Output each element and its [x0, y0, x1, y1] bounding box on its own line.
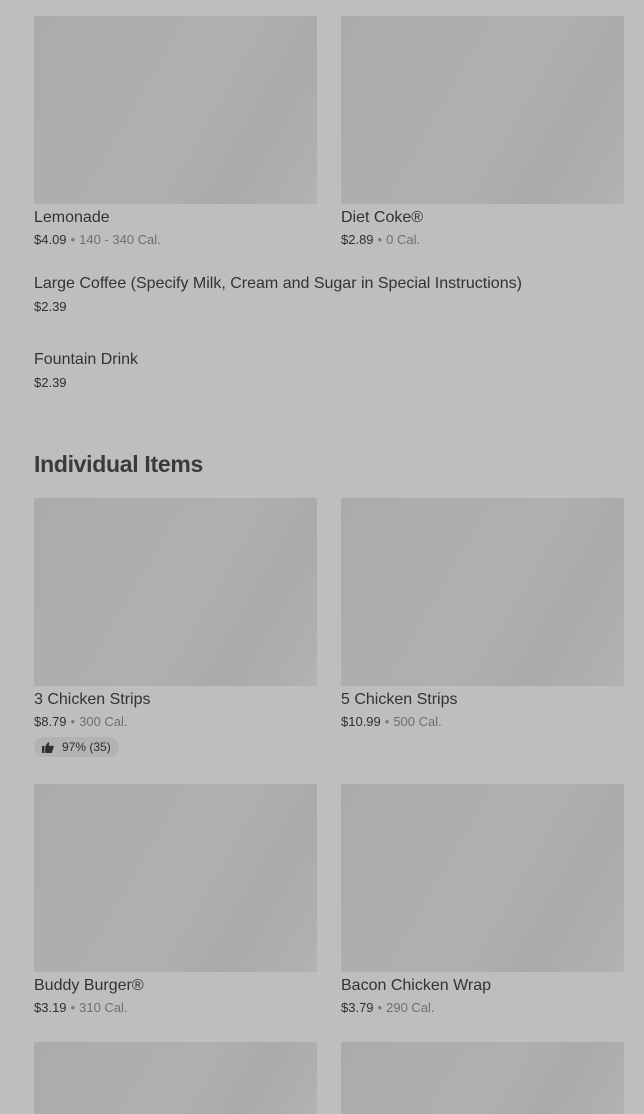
item-price: $2.39: [34, 299, 67, 314]
item-calories: 310 Cal.: [79, 1000, 128, 1015]
item-image[interactable]: [341, 1042, 624, 1114]
item-meta: $2.89 • 0 Cal.: [341, 231, 624, 249]
separator-dot: •: [70, 232, 76, 247]
item-name: Bacon Chicken Wrap: [341, 977, 491, 994]
thumbs-up-icon: [42, 741, 54, 753]
menu-page: Lemonade $4.09 • 140 - 340 Cal. Diet Coke®…: [0, 0, 644, 1114]
menu-item-card-diet-coke[interactable]: Diet Coke® $2.89 • 0 Cal.: [341, 16, 624, 249]
item-image[interactable]: [34, 1042, 317, 1114]
rating-text: 97% (35): [62, 740, 111, 754]
rating-badge: 97% (35): [34, 737, 119, 757]
menu-item-card-lemonade[interactable]: Lemonade $4.09 • 140 - 340 Cal.: [34, 16, 317, 249]
separator-dot: •: [70, 1000, 76, 1015]
item-image[interactable]: [34, 16, 317, 204]
item-image[interactable]: [341, 16, 624, 204]
item-meta: $2.39: [34, 374, 624, 392]
menu-item-row-large-coffee[interactable]: Large Coffee (Specify Milk, Cream and Su…: [34, 274, 624, 316]
item-price: $8.79: [34, 714, 67, 729]
menu-item-card-buddy-burger[interactable]: Buddy Burger® $3.19 • 310 Cal.: [34, 784, 317, 1017]
menu-item-card-bacon-chicken-wrap[interactable]: Bacon Chicken Wrap $3.79 • 290 Cal.: [341, 784, 624, 1017]
separator-dot: •: [70, 714, 76, 729]
item-name: Large Coffee (Specify Milk, Cream and Su…: [34, 275, 522, 292]
item-name: 3 Chicken Strips: [34, 691, 151, 708]
item-name: 5 Chicken Strips: [341, 691, 458, 708]
item-price: $3.79: [341, 1000, 374, 1015]
item-calories: 500 Cal.: [393, 714, 442, 729]
separator-dot: •: [377, 232, 383, 247]
item-calories: 300 Cal.: [79, 714, 128, 729]
separator-dot: •: [384, 714, 390, 729]
item-meta: $3.79 • 290 Cal.: [341, 999, 624, 1017]
item-name: Diet Coke®: [341, 209, 424, 226]
item-price: $2.39: [34, 375, 67, 390]
item-meta: $4.09 • 140 - 340 Cal.: [34, 231, 317, 249]
item-name: Buddy Burger®: [34, 977, 144, 994]
item-image[interactable]: [341, 784, 624, 972]
section-title-individual-items: Individual Items: [34, 451, 204, 477]
menu-item-row-fountain-drink[interactable]: Fountain Drink $2.39: [34, 350, 624, 392]
separator-dot: •: [377, 1000, 383, 1015]
menu-item-card-5-chicken-strips[interactable]: 5 Chicken Strips $10.99 • 500 Cal.: [341, 498, 624, 731]
item-meta: $2.39: [34, 298, 624, 316]
item-image[interactable]: [34, 784, 317, 972]
item-price: $2.89: [341, 232, 374, 247]
item-name: Fountain Drink: [34, 351, 139, 368]
menu-item-card-partial-right[interactable]: [341, 1042, 624, 1114]
item-meta: $10.99 • 500 Cal.: [341, 713, 624, 731]
item-calories: 290 Cal.: [386, 1000, 435, 1015]
item-price: $10.99: [341, 714, 381, 729]
menu-item-card-3-chicken-strips[interactable]: 3 Chicken Strips $8.79 • 300 Cal. 97% (35): [34, 498, 317, 758]
item-image[interactable]: [34, 498, 317, 686]
item-price: $4.09: [34, 232, 67, 247]
item-meta: $3.19 • 310 Cal.: [34, 999, 317, 1017]
item-price: $3.19: [34, 1000, 67, 1015]
item-name: Lemonade: [34, 209, 110, 226]
item-calories: 0 Cal.: [386, 232, 421, 247]
item-image[interactable]: [341, 498, 624, 686]
menu-item-card-partial-left[interactable]: [34, 1042, 317, 1114]
item-meta: $8.79 • 300 Cal.: [34, 713, 317, 731]
item-calories: 140 - 340 Cal.: [79, 232, 161, 247]
